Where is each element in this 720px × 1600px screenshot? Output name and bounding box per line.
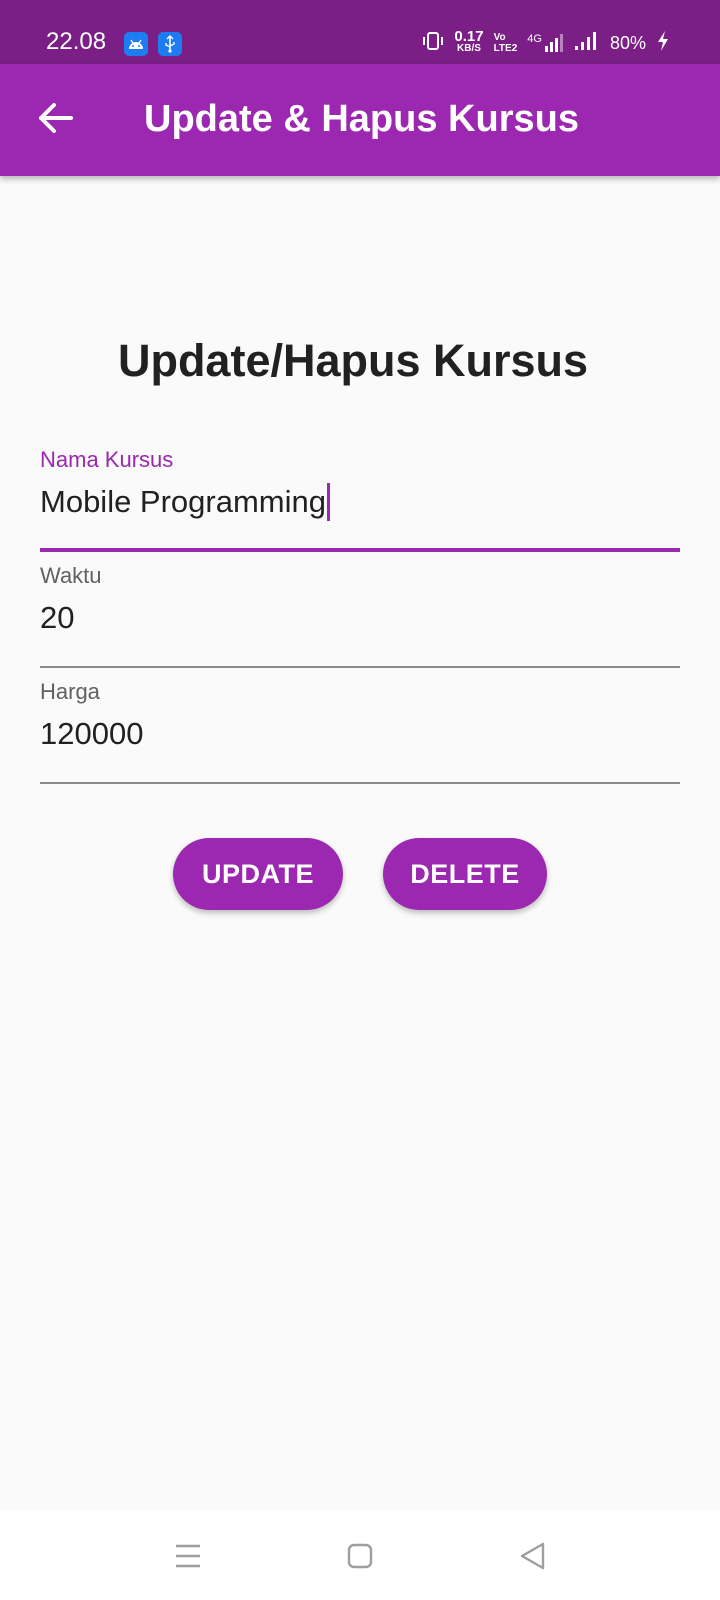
volte-top: Vo — [493, 32, 506, 43]
delete-button[interactable]: DELETE — [383, 838, 547, 910]
duration-underline — [40, 666, 680, 668]
page-title: Update/Hapus Kursus — [117, 335, 589, 386]
volte-indicator: Vo LTE2 — [494, 32, 518, 54]
price-field[interactable]: Harga 120000 — [40, 678, 680, 796]
duration-input[interactable]: 20 — [40, 598, 74, 638]
volte-bottom: LTE2 — [493, 43, 518, 54]
back-arrow-icon — [38, 102, 74, 139]
back-button[interactable] — [30, 94, 82, 146]
home-icon — [346, 1542, 374, 1575]
price-label: Harga — [40, 679, 100, 704]
price-underline — [40, 782, 680, 784]
text-cursor — [327, 483, 330, 521]
vibrate-icon — [422, 30, 444, 57]
usb-icon — [158, 32, 182, 56]
signal-strength-icon — [574, 31, 600, 56]
course-name-input[interactable]: Mobile Programming — [40, 482, 330, 522]
status-time: 22.08 — [46, 28, 107, 55]
duration-label: Waktu — [40, 563, 102, 588]
course-name-underline — [40, 548, 680, 552]
price-input[interactable]: 120000 — [40, 714, 143, 754]
charging-icon — [656, 30, 670, 57]
app-bar-title: Update & Hapus Kursus — [144, 98, 579, 140]
status-bar: 22.08 0.17 KB/S Vo LTE2 4G 80% — [0, 0, 720, 64]
recent-apps-icon — [174, 1543, 202, 1574]
duration-value: 20 — [40, 600, 75, 635]
android-debug-icon — [124, 32, 148, 56]
update-button[interactable]: UPDATE — [173, 838, 343, 910]
back-nav-button[interactable] — [510, 1536, 554, 1580]
back-triangle-icon — [518, 1541, 546, 1576]
course-name-label: Nama Kursus — [40, 447, 174, 472]
recent-apps-button[interactable] — [166, 1536, 210, 1580]
net-speed-unit: KB/S — [457, 43, 481, 54]
course-name-field[interactable]: Nama Kursus Mobile Programming — [40, 446, 680, 564]
price-value: 120000 — [40, 716, 144, 751]
status-indicators: 0.17 KB/S Vo LTE2 4G 80% — [422, 28, 670, 58]
duration-field[interactable]: Waktu 20 — [40, 562, 680, 680]
net-speed-value: 0.17 — [454, 28, 484, 45]
system-nav-bar — [0, 1510, 720, 1600]
app-bar: Update & Hapus Kursus — [0, 64, 720, 176]
home-button[interactable] — [338, 1536, 382, 1580]
course-name-value: Mobile Programming — [40, 484, 326, 519]
battery-percent: 80% — [609, 32, 646, 53]
signal-4g-icon: 4G — [527, 33, 564, 53]
network-type: 4G — [527, 33, 542, 45]
net-speed: 0.17 KB/S — [454, 28, 484, 55]
